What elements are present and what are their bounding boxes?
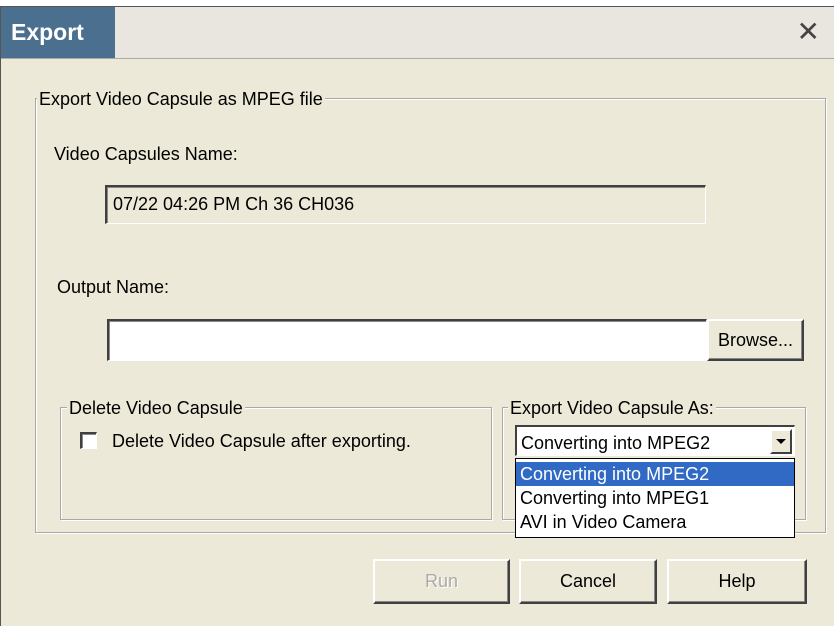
export-dialog: Export ✕ Export Video Capsule as MPEG fi… xyxy=(0,6,834,626)
export-format-select[interactable]: Converting into MPEG2 xyxy=(515,425,795,456)
export-mpeg-legend: Export Video Capsule as MPEG file xyxy=(37,89,325,109)
title-bar[interactable]: Export ✕ xyxy=(1,7,834,58)
title-divider xyxy=(1,58,834,59)
delete-capsule-group xyxy=(60,407,492,520)
chevron-down-icon[interactable] xyxy=(770,429,792,454)
capsule-name-field: 07/22 04:26 PM Ch 36 CH036 xyxy=(105,185,706,224)
export-format-option[interactable]: Converting into MPEG1 xyxy=(516,486,794,510)
cancel-button[interactable]: Cancel xyxy=(519,559,657,604)
delete-capsule-legend: Delete Video Capsule xyxy=(67,398,245,418)
output-name-label: Output Name: xyxy=(57,277,170,297)
export-as-legend: Export Video Capsule As: xyxy=(508,398,716,418)
close-icon[interactable]: ✕ xyxy=(797,15,820,49)
browse-button[interactable]: Browse... xyxy=(707,319,804,361)
export-format-option[interactable]: AVI in Video Camera xyxy=(516,510,794,534)
output-name-input[interactable] xyxy=(107,319,707,361)
export-format-dropdown: Converting into MPEG2 Converting into MP… xyxy=(515,458,795,538)
export-format-option[interactable]: Converting into MPEG2 xyxy=(516,462,794,486)
help-button[interactable]: Help xyxy=(667,559,807,604)
delete-after-export-checkbox[interactable] xyxy=(80,432,97,449)
capsule-name-label: Video Capsules Name: xyxy=(54,144,238,164)
window-title: Export xyxy=(1,7,115,58)
export-format-selected: Converting into MPEG2 xyxy=(521,433,711,453)
delete-after-export-label: Delete Video Capsule after exporting. xyxy=(112,431,411,451)
run-button[interactable]: Run xyxy=(373,559,510,604)
